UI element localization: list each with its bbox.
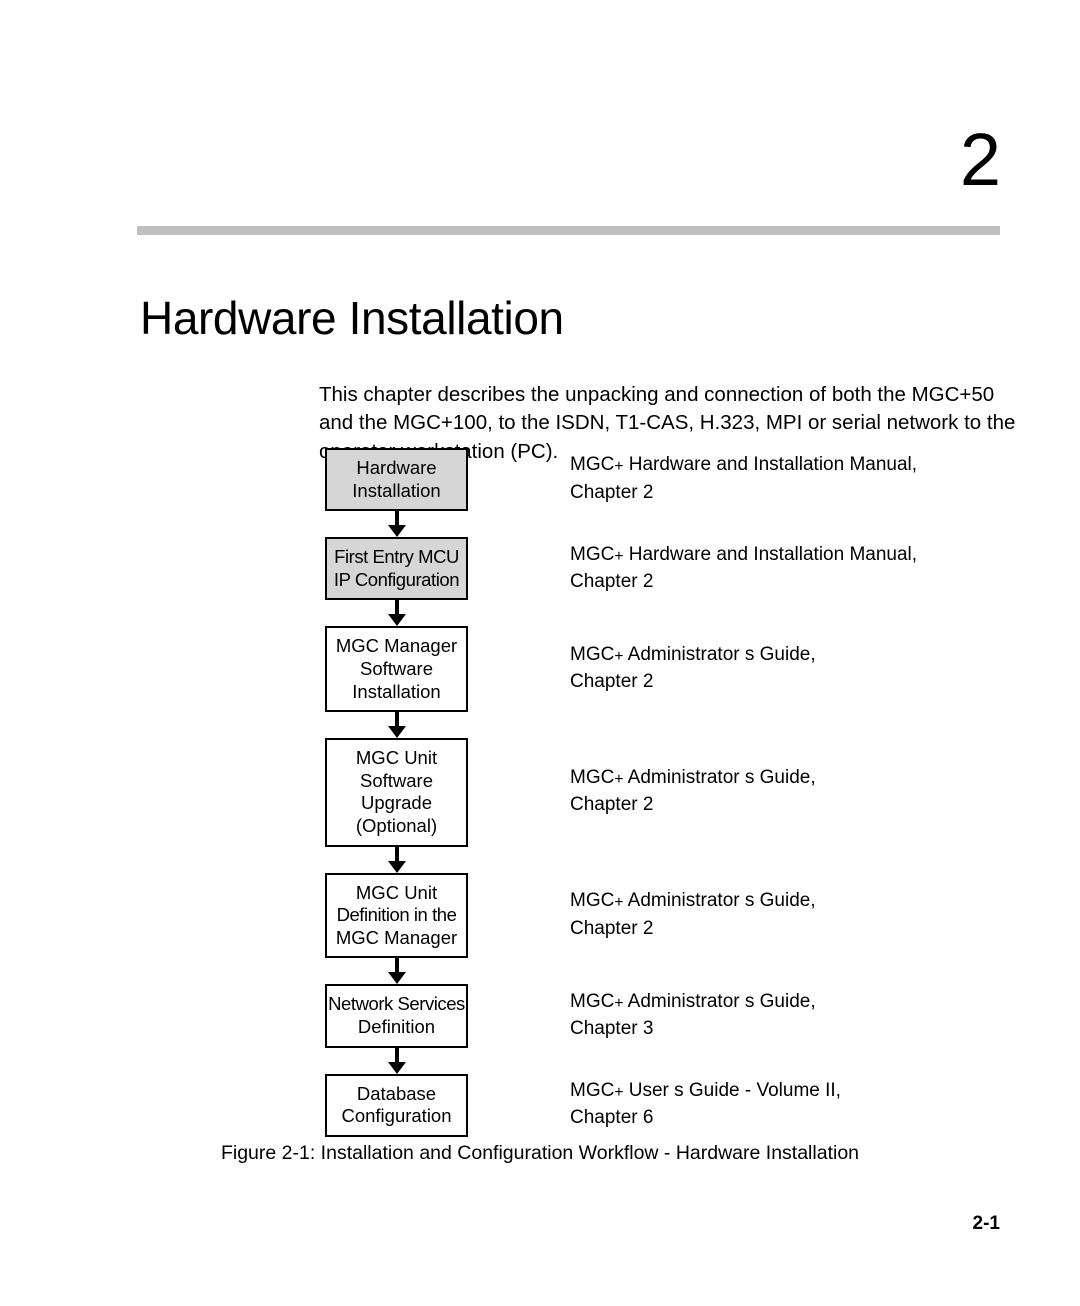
workflow-step-box[interactable]: Network Services Definition <box>325 984 468 1048</box>
workflow-step-reference: MGC+ Hardware and Installation Manual, Ch… <box>570 452 945 506</box>
flow-arrow-down-icon <box>325 958 468 985</box>
workflow-step-box-column: Hardware Installation <box>325 448 468 512</box>
workflow-step-box[interactable]: MGC Unit Definition in the MGC Manager <box>325 872 468 959</box>
flow-arrow-down-icon <box>325 1047 468 1074</box>
workflow-step-box[interactable]: First Entry MCU IP Configuration <box>325 537 468 601</box>
workflow-step-box-column: Database Configuration <box>325 1073 468 1137</box>
workflow-step-reference: MGC+ User s Guide - Volume II, Chapter 6 <box>570 1078 945 1132</box>
flow-arrow-down-icon <box>325 600 468 627</box>
workflow-step-box-column: Network Services Definition <box>325 984 468 1048</box>
workflow-step-box-column: First Entry MCU IP Configuration <box>325 537 468 601</box>
workflow-step-reference-line: Chapter 2 <box>570 671 654 693</box>
workflow-step-reference: MGC+ Administrator s Guide, Chapter 2 <box>570 765 945 819</box>
workflow-step-box-column: MGC Manager Software Installation <box>325 626 468 713</box>
mgc-plus-superscript: + <box>614 771 624 789</box>
flow-arrow-down-icon <box>325 846 468 873</box>
workflow-step-box[interactable]: Hardware Installation <box>325 448 468 512</box>
workflow-step-reference-line: MGC+ User s Guide - Volume II, <box>570 1079 841 1102</box>
workflow-step-row: First Entry MCU IP Configuration MGC+ Hard… <box>325 537 945 601</box>
arrow-head <box>387 1061 406 1074</box>
mgc-plus-superscript: + <box>614 458 624 476</box>
workflow-step-reference: MGC+ Administrator s Guide, Chapter 3 <box>570 989 945 1043</box>
workflow-step-box-column: MGC Unit Software Upgrade (Optional) <box>325 738 468 847</box>
workflow-step-box[interactable]: MGC Manager Software Installation <box>325 626 468 713</box>
workflow-figure: Hardware Installation MGC+ Hardware and In… <box>325 448 945 1137</box>
workflow-step-box-line: Hardware <box>356 457 437 478</box>
workflow-step-row: Network Services Definition MGC+ Administr… <box>325 984 945 1048</box>
arrow-head <box>387 972 406 985</box>
workflow-step-box-line: Installation <box>352 479 441 501</box>
workflow-step-box-line: Installation <box>352 680 441 702</box>
workflow-step-reference-line: MGC+ Administrator s Guide, <box>570 890 816 912</box>
arrow-head <box>387 614 406 627</box>
workflow-step-box-column: MGC Unit Definition in the MGC Manager <box>325 872 468 959</box>
workflow-step-row: MGC Unit Definition in the MGC Manager MGC+… <box>325 872 945 959</box>
flow-arrow-down-icon <box>325 511 468 538</box>
mgc-plus-superscript: + <box>614 894 624 912</box>
workflow-step-box-line: MGC Unit <box>355 881 438 903</box>
workflow-step-box-line: (Optional) <box>355 814 438 836</box>
workflow-step-reference-line: MGC+ Hardware and Installation Manual, <box>570 454 918 476</box>
arrow-head <box>387 525 406 538</box>
workflow-step-box[interactable]: MGC Unit Software Upgrade (Optional) <box>325 738 468 847</box>
page-number-footer: 2-1 <box>972 1213 1000 1234</box>
workflow-step-reference-line: MGC+ Hardware and Installation Manual, <box>570 543 918 565</box>
arrow-head <box>387 860 406 873</box>
flow-arrow-down-icon <box>325 712 468 739</box>
workflow-step-reference: MGC+ Administrator s Guide, Chapter 2 <box>570 642 945 696</box>
mgc-plus-superscript: + <box>614 648 624 666</box>
workflow-step-row: Hardware Installation MGC+ Hardware and In… <box>325 448 945 512</box>
workflow-step-box-line: Network Services <box>328 993 465 1015</box>
workflow-step-box-line: Configuration <box>341 1105 452 1127</box>
workflow-step-box[interactable]: Database Configuration <box>325 1073 468 1137</box>
workflow-step-row: MGC Manager Software Installation MGC+ Admi… <box>325 626 945 713</box>
workflow-step-reference-line: MGC+ Administrator s Guide, <box>570 767 816 789</box>
mgc-plus-superscript: + <box>614 547 624 565</box>
workflow-step-row: Database Configuration MGC+ User s Guide -… <box>325 1073 945 1137</box>
workflow-step-row: MGC Unit Software Upgrade (Optional) MGC+ Ad… <box>325 738 945 847</box>
chapter-number: 2 <box>959 118 1001 201</box>
workflow-step-reference-line: MGC+ Administrator s Guide, <box>570 990 816 1013</box>
workflow-step-reference-line: MGC+ Administrator s Guide, <box>570 644 816 666</box>
workflow-step-box-line: Definition <box>357 1015 436 1037</box>
workflow-step-box-line: Upgrade <box>361 792 432 814</box>
workflow-step-reference-line: Chapter 2 <box>570 570 654 592</box>
workflow-step-box-line: MGC Unit <box>355 747 438 769</box>
workflow-step-reference-line: Chapter 2 <box>570 917 654 939</box>
page-title: Hardware Installation <box>140 291 564 344</box>
workflow-step-box-line: MGC Manager <box>335 926 458 948</box>
workflow-step-box-line: MGC Manager <box>335 635 458 657</box>
workflow-step-box-line: IP Configuration <box>333 568 460 590</box>
arrow-head <box>387 726 406 739</box>
mgc-plus-superscript: + <box>614 995 624 1013</box>
header-divider-rule <box>137 226 1000 235</box>
workflow-step-reference-line: Chapter 6 <box>570 1107 654 1129</box>
workflow-step-box-line: Software <box>359 657 433 679</box>
workflow-step-reference: MGC+ Hardware and Installation Manual, Ch… <box>570 542 945 596</box>
workflow-step-reference-line: Chapter 2 <box>570 794 654 816</box>
workflow-step-box-line: Software <box>359 769 433 791</box>
workflow-step-box-line: First Entry MCU <box>334 546 459 568</box>
workflow-step-reference: MGC+ Administrator s Guide, Chapter 2 <box>570 888 945 942</box>
workflow-step-box-line: Definition in the <box>336 904 457 926</box>
workflow-step-reference-line: Chapter 3 <box>570 1018 654 1040</box>
figure-caption: Figure 2-1: Installation and Configurati… <box>220 1142 860 1164</box>
workflow-step-box-line: Database <box>356 1082 437 1104</box>
mgc-plus-superscript: + <box>614 1084 624 1102</box>
workflow-step-reference-line: Chapter 2 <box>570 481 654 503</box>
